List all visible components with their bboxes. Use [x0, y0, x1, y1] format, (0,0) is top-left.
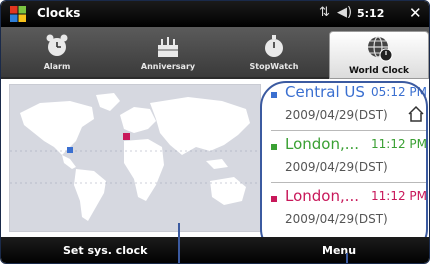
title-bar: Clocks ⇅ ◀) 5:12 ✕ — [1, 1, 429, 27]
city-name: London,... — [285, 187, 360, 205]
tab-anniversary[interactable]: Anniversary — [113, 31, 223, 75]
city-list: Central US 05:12 PM 2009/04/29(DST) Lond… — [267, 79, 429, 237]
city-name: Central US — [285, 83, 365, 101]
london-marker — [123, 133, 130, 140]
tab-alarm[interactable]: Alarm — [7, 31, 107, 75]
world-map-icon — [10, 93, 262, 221]
city-time: 11:12 PM — [371, 189, 427, 203]
set-sys-clock-button[interactable]: Set sys. clock — [63, 244, 147, 257]
clock-time[interactable]: 5:12 — [357, 7, 384, 20]
city-date: 2009/04/29(DST) — [285, 160, 388, 174]
city-time: 05:12 PM — [371, 85, 427, 99]
home-icon[interactable] — [407, 105, 425, 123]
alarm-clock-icon — [46, 34, 68, 56]
world-clock-panel: Central US 05:12 PM 2009/04/29(DST) Lond… — [1, 79, 429, 237]
list-item[interactable]: London,... 11:12 PM 2009/04/29(DST) — [267, 133, 429, 181]
list-item[interactable]: London,... 11:12 PM 2009/04/29(DST) — [267, 185, 429, 233]
city-color-swatch — [271, 196, 277, 202]
central-us-marker — [67, 147, 73, 153]
tab-alarm-label: Alarm — [43, 62, 71, 71]
app-title: Clocks — [37, 6, 81, 20]
list-callout-line — [346, 253, 348, 263]
windows-start-icon[interactable] — [7, 3, 29, 25]
connectivity-icon[interactable]: ⇅ — [319, 5, 330, 20]
city-name: London,... — [285, 135, 360, 153]
map-callout-line — [178, 223, 180, 263]
globe-clock-icon — [368, 36, 393, 62]
city-color-swatch — [271, 92, 277, 98]
menu-button[interactable]: Menu — [322, 244, 356, 257]
city-time: 11:12 PM — [371, 137, 427, 151]
volume-icon[interactable]: ◀) — [337, 5, 352, 20]
cake-icon — [158, 37, 178, 57]
softkey-bar: Set sys. clock Menu — [1, 237, 429, 263]
stopwatch-icon — [265, 35, 283, 57]
divider — [271, 182, 427, 183]
tab-stopwatch-label: StopWatch — [249, 62, 299, 71]
world-map[interactable] — [9, 84, 262, 232]
city-date: 2009/04/29(DST) — [285, 212, 388, 226]
city-color-swatch — [271, 144, 277, 150]
close-icon[interactable]: ✕ — [409, 4, 422, 22]
tab-world-clock-label: World Clock — [348, 66, 410, 76]
city-date: 2009/04/29(DST) — [285, 108, 388, 122]
device-screen: Clocks ⇅ ◀) 5:12 ✕ Alarm Anniversary Sto… — [0, 0, 430, 264]
tab-world-clock[interactable]: World Clock — [329, 31, 429, 79]
tab-strip: Alarm Anniversary StopWatch World Clock — [1, 27, 429, 79]
list-item[interactable]: Central US 05:12 PM 2009/04/29(DST) — [267, 81, 429, 129]
tab-anniversary-label: Anniversary — [140, 62, 196, 71]
tab-stopwatch[interactable]: StopWatch — [229, 31, 319, 75]
divider — [271, 130, 427, 131]
